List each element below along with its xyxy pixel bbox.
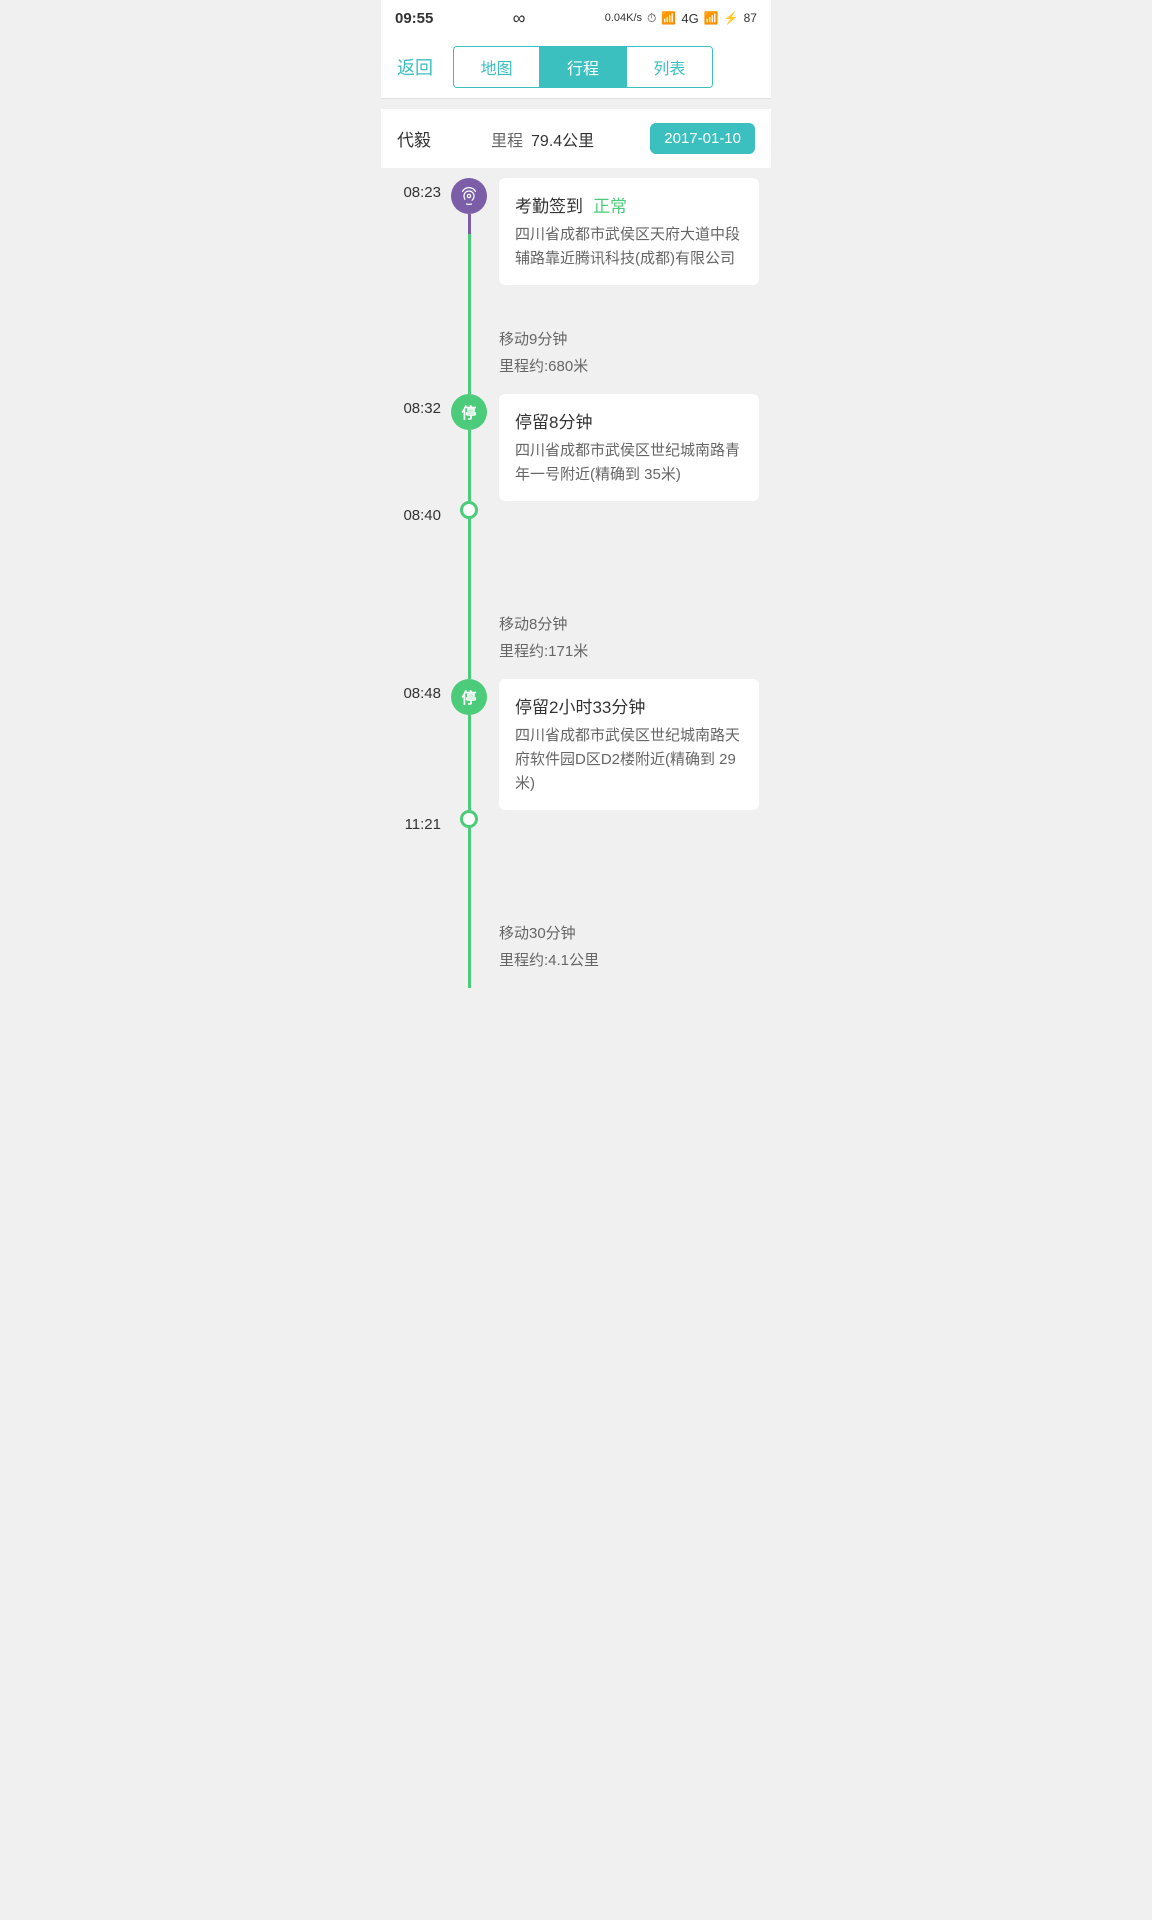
stop1-address: 四川省成都市武侯区世纪城南路青年一号附近(精确到 35米) (515, 439, 743, 487)
charging-icon: ⚡ (724, 11, 739, 25)
tab-route[interactable]: 行程 (540, 47, 626, 87)
move-duration-1: 移动9分钟 (499, 328, 743, 349)
event-stop1: 08:32 停 停留8分钟 四川省成都市武侯区世纪城南路青年一号附近(精确到 3… (381, 394, 771, 501)
line-move1 (468, 314, 471, 394)
dot-stop1: 停 (451, 394, 487, 430)
checkin-status: 正常 (593, 192, 627, 217)
move-2: 移动8分钟 里程约:171米 (381, 599, 771, 679)
dot-checkin (451, 178, 487, 214)
move-duration-2: 移动8分钟 (499, 613, 743, 634)
infinity-icon: ∞ (513, 8, 526, 29)
card-checkin: 考勤签到 正常 四川省成都市武侯区天府大道中段辅路靠近腾讯科技(成都)有限公司 (499, 178, 759, 285)
line-col-checkin (449, 178, 489, 314)
status-bar: 09:55 ∞ 0.04K/s ⏱ 📶 4G 📶 ⚡ 87 (381, 0, 771, 36)
mileage-label: 里程 (491, 127, 523, 151)
stop2-address: 四川省成都市武侯区世纪城南路天府软件园D区D2楼附近(精确到 29米) (515, 724, 743, 796)
network-speed: 0.04K/s (605, 12, 642, 24)
stop1-end: 08:40 (381, 501, 771, 599)
user-name: 代毅 (397, 126, 431, 151)
tab-list[interactable]: 列表 (627, 47, 712, 87)
move-mileage-1: 里程约:680米 (499, 355, 743, 376)
tab-group: 地图 行程 列表 (453, 46, 713, 88)
move-3: 移动30分钟 里程约:4.1公里 (381, 908, 771, 988)
signal-bars-icon: 📶 (704, 11, 719, 25)
status-time: 09:55 (395, 10, 433, 27)
stop2-end: 11:21 (381, 810, 771, 908)
battery-value: 87 (744, 11, 757, 25)
timeline-container: 08:23 考勤签到 正常 四川省成都市武侯区天府大道中段辅路靠近腾讯科技(成都… (381, 168, 771, 1008)
back-button[interactable]: 返回 (397, 54, 433, 80)
mileage-value: 79.4公里 (531, 127, 594, 151)
info-row: 代毅 里程 79.4公里 2017-01-10 (381, 109, 771, 168)
top-nav: 返回 地图 行程 列表 (381, 36, 771, 99)
move-card-3: 移动30分钟 里程约:4.1公里 (499, 908, 759, 984)
event-stop2: 08:48 停 停留2小时33分钟 四川省成都市武侯区世纪城南路天府软件园D区D… (381, 679, 771, 810)
card-stop2: 停留2小时33分钟 四川省成都市武侯区世纪城南路天府软件园D区D2楼附近(精确到… (499, 679, 759, 810)
tab-map[interactable]: 地图 (454, 47, 540, 87)
checkin-address: 四川省成都市武侯区天府大道中段辅路靠近腾讯科技(成都)有限公司 (515, 223, 743, 271)
event-checkin: 08:23 考勤签到 正常 四川省成都市武侯区天府大道中段辅路靠近腾讯科技(成都… (381, 178, 771, 314)
move-card-1: 移动9分钟 里程约:680米 (499, 314, 759, 390)
stop2-title: 停留2小时33分钟 (515, 693, 743, 718)
stop1-title: 停留8分钟 (515, 408, 743, 433)
content-checkin: 考勤签到 正常 四川省成都市武侯区天府大道中段辅路靠近腾讯科技(成都)有限公司 (499, 178, 759, 314)
wifi-icon: 📶 (661, 11, 676, 25)
move-mileage-3: 里程约:4.1公里 (499, 949, 743, 970)
status-right: 0.04K/s ⏱ 📶 4G 📶 ⚡ 87 (605, 11, 757, 26)
move-card-2: 移动8分钟 里程约:171米 (499, 599, 759, 675)
dot-stop2-end (460, 810, 478, 828)
time-checkin: 08:23 (381, 178, 449, 314)
move-1: 移动9分钟 里程约:680米 (381, 314, 771, 394)
line-after-checkin (468, 214, 471, 234)
move-mileage-2: 里程约:171米 (499, 640, 743, 661)
line-green1 (468, 234, 471, 314)
clock-icon: ⏱ (647, 11, 656, 26)
signal-icon: 4G (681, 11, 698, 26)
dot-stop1-end (460, 501, 478, 519)
move-duration-3: 移动30分钟 (499, 922, 743, 943)
event-title-checkin: 考勤签到 正常 (515, 192, 743, 217)
dot-stop2: 停 (451, 679, 487, 715)
card-stop1: 停留8分钟 四川省成都市武侯区世纪城南路青年一号附近(精确到 35米) (499, 394, 759, 501)
date-badge: 2017-01-10 (650, 123, 755, 154)
